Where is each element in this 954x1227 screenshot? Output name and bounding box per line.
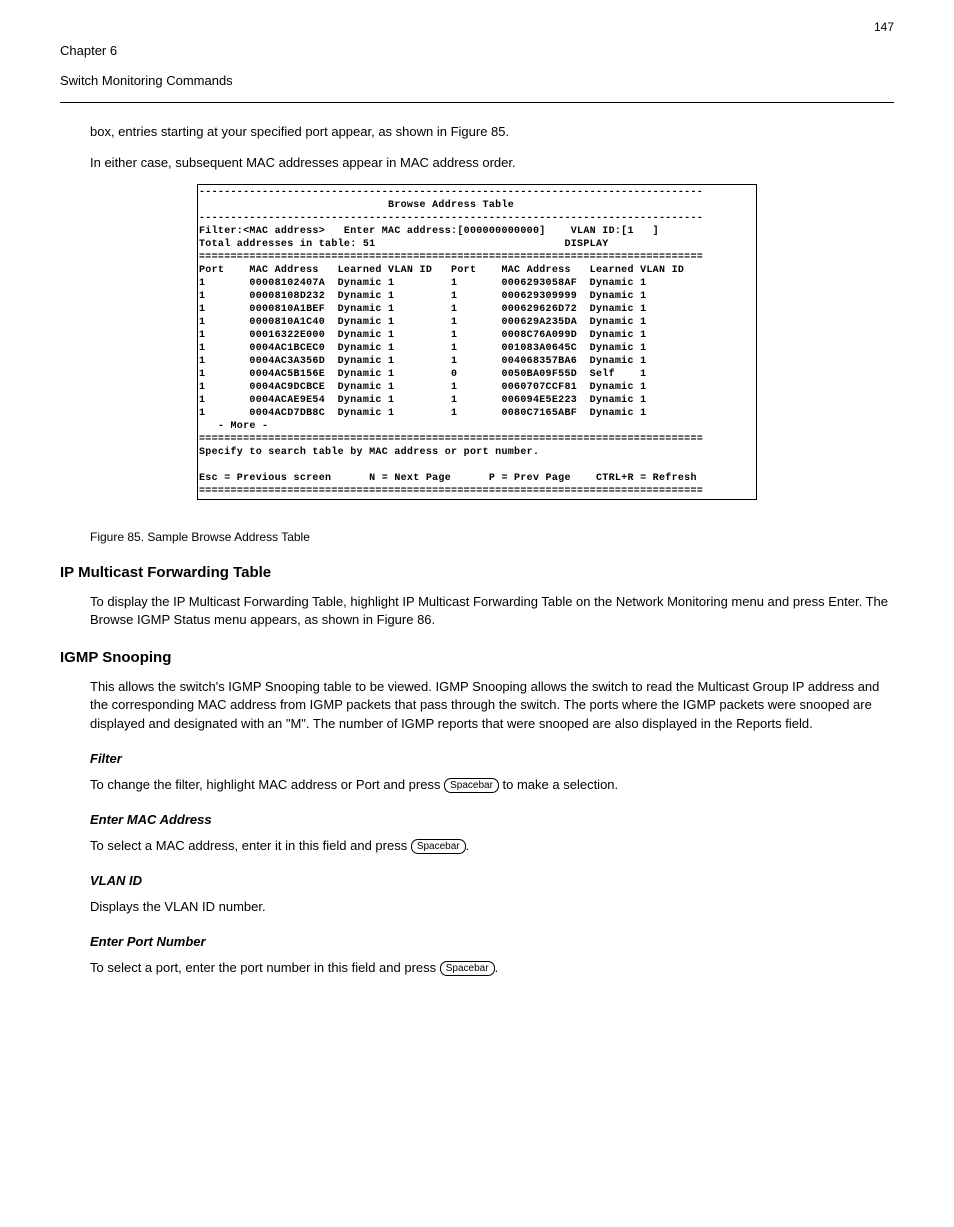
section-body: To display the IP Multicast Forwarding T… (90, 593, 894, 629)
section-body: This allows the switch's IGMP Snooping t… (90, 678, 894, 733)
subsection-title-filter: Filter (90, 751, 894, 766)
text-span: To select a MAC address, enter it in thi… (90, 838, 411, 853)
chapter-heading: Chapter 6 (60, 42, 894, 60)
figure-caption: Figure 85. Sample Browse Address Table (90, 530, 894, 544)
text-span: . (466, 838, 470, 853)
intro-paragraph: In either case, subsequent MAC addresses… (90, 154, 894, 172)
section-title-ipmulticast: IP Multicast Forwarding Table (60, 564, 894, 581)
entermac-body: To select a MAC address, enter it in thi… (90, 837, 894, 855)
spacebar-key: Spacebar (444, 778, 499, 793)
terminal-screenshot: ----------------------------------------… (197, 184, 757, 500)
filter-body: To change the filter, highlight MAC addr… (90, 776, 894, 794)
subsection-title-enterport: Enter Port Number (90, 934, 894, 949)
spacebar-key: Spacebar (440, 961, 495, 976)
spacebar-key: Spacebar (411, 839, 466, 854)
subsection-title-entermac: Enter MAC Address (90, 812, 894, 827)
text-span: to make a selection. (499, 777, 618, 792)
vlan-body: Displays the VLAN ID number. (90, 898, 894, 916)
horizontal-rule (60, 102, 894, 103)
text-span: . (495, 960, 499, 975)
intro-paragraph: box, entries starting at your specified … (90, 123, 894, 141)
enterport-body: To select a port, enter the port number … (90, 959, 894, 977)
section-title-igmp: IGMP Snooping (60, 649, 894, 666)
text-span: To change the filter, highlight MAC addr… (90, 777, 444, 792)
subsection-title-vlanid: VLAN ID (90, 873, 894, 888)
section-heading: Switch Monitoring Commands (60, 72, 894, 90)
page-number: 147 (60, 20, 894, 34)
text-span: To select a port, enter the port number … (90, 960, 440, 975)
